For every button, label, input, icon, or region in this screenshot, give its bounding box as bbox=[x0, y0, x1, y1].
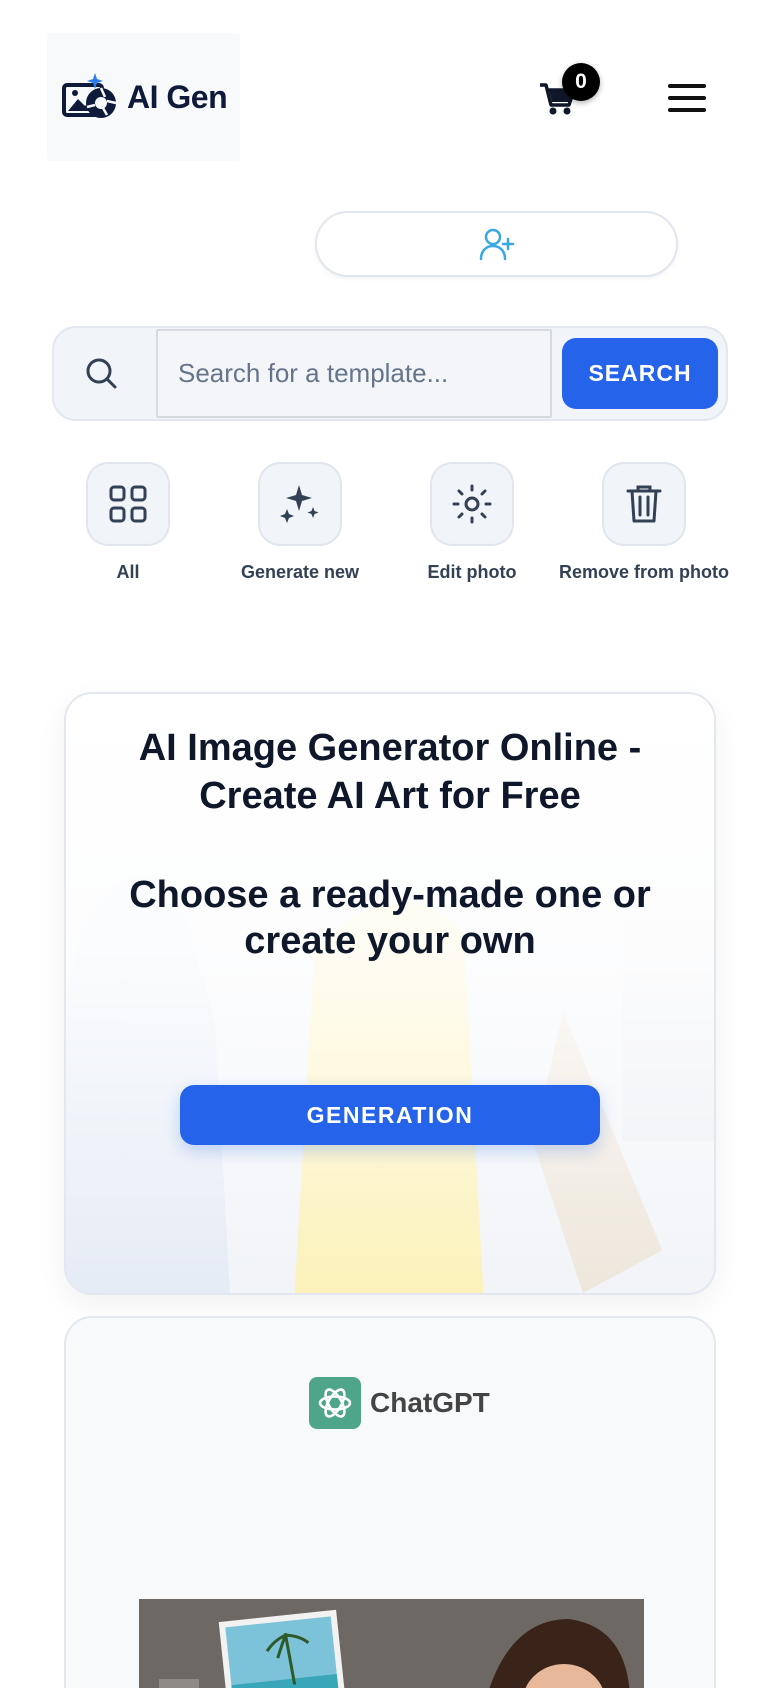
chatgpt-brand: ChatGPT bbox=[309, 1377, 490, 1429]
chatgpt-logo-icon bbox=[309, 1377, 361, 1429]
category-label: Remove from photo bbox=[559, 562, 730, 582]
template-card[interactable]: ChatGPT bbox=[64, 1316, 716, 1688]
grid-icon bbox=[109, 485, 147, 523]
category-remove-from-photo[interactable]: Remove from photo bbox=[559, 462, 729, 582]
logo[interactable]: AI Gen bbox=[47, 33, 240, 161]
trash-icon bbox=[626, 485, 662, 523]
category-all[interactable]: All bbox=[43, 462, 213, 582]
search-bar: SEARCH bbox=[52, 326, 728, 421]
search-icon bbox=[86, 358, 117, 389]
hamburger-menu-icon[interactable] bbox=[668, 84, 706, 114]
category-label: Edit photo bbox=[427, 562, 517, 582]
logo-text: AI Gen bbox=[127, 78, 228, 115]
category-label: All bbox=[116, 562, 140, 582]
register-button[interactable] bbox=[315, 211, 678, 277]
category-tile[interactable] bbox=[86, 462, 170, 546]
hero-card: AI Image Generator Online - Create AI Ar… bbox=[64, 692, 716, 1295]
header: AI Gen 0 bbox=[0, 0, 780, 180]
category-tile[interactable] bbox=[430, 462, 514, 546]
category-generate-new[interactable]: Generate new bbox=[215, 462, 385, 582]
sun-icon bbox=[452, 484, 492, 524]
template-preview-image bbox=[139, 1599, 644, 1688]
generation-button[interactable]: GENERATION bbox=[180, 1085, 600, 1145]
chatgpt-brand-name: ChatGPT bbox=[370, 1387, 490, 1418]
hero-title: AI Image Generator Online - Create AI Ar… bbox=[138, 727, 642, 817]
search-button[interactable]: SEARCH bbox=[562, 338, 718, 409]
hero-subtitle: Choose a ready-made one or create your o… bbox=[129, 874, 651, 962]
cart-count-badge: 0 bbox=[562, 63, 600, 101]
category-edit-photo[interactable]: Edit photo bbox=[387, 462, 557, 582]
category-label: Generate new bbox=[240, 562, 360, 582]
category-tile[interactable] bbox=[258, 462, 342, 546]
image-sparkle-logo-icon bbox=[62, 73, 117, 118]
category-tile[interactable] bbox=[602, 462, 686, 546]
sparkles-icon bbox=[280, 485, 319, 523]
search-input[interactable] bbox=[156, 329, 552, 418]
user-plus-icon bbox=[479, 228, 514, 261]
